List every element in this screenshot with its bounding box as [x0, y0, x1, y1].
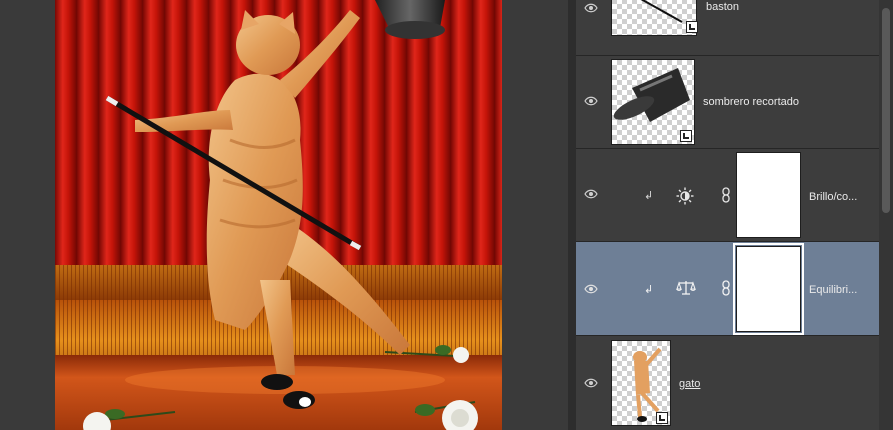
layers-panel: baston sombrero recortado ↲ Brillo/co...…	[576, 0, 893, 430]
balance-scale-icon[interactable]	[676, 280, 696, 301]
layer-name[interactable]: sombrero recortado	[703, 96, 799, 108]
layer-name[interactable]: Equilibri...	[809, 284, 857, 296]
layer-name[interactable]: baston	[706, 1, 739, 13]
smart-object-icon	[680, 130, 692, 142]
layer-row-brillo[interactable]: ↲ Brillo/co...	[576, 149, 879, 242]
layer-mask-thumbnail[interactable]	[733, 243, 804, 335]
smart-object-icon	[686, 21, 698, 33]
clipping-arrow-icon: ↲	[644, 284, 654, 296]
layer-row-baston[interactable]: baston	[576, 0, 879, 56]
layer-row-gato[interactable]: gato	[576, 336, 879, 430]
visibility-eye-icon[interactable]	[584, 96, 598, 106]
layer-row-equilibrio[interactable]: ↲ Equilibri...	[576, 242, 879, 336]
canvas-area[interactable]	[0, 0, 568, 430]
layer-name[interactable]: gato	[679, 378, 700, 390]
visibility-eye-icon[interactable]	[584, 189, 598, 199]
layer-row-sombrero[interactable]: sombrero recortado	[576, 56, 879, 149]
layer-name[interactable]: Brillo/co...	[809, 191, 857, 203]
visibility-eye-icon[interactable]	[584, 284, 598, 294]
layer-thumbnail	[611, 0, 697, 36]
visibility-eye-icon[interactable]	[584, 378, 598, 388]
visibility-eye-icon[interactable]	[584, 3, 598, 13]
layers-scrollbar[interactable]	[879, 0, 893, 430]
cane-thumbnail-icon	[640, 0, 683, 23]
chain-link-icon[interactable]	[722, 187, 730, 208]
chain-link-icon[interactable]	[722, 280, 730, 301]
layer-mask-thumbnail[interactable]	[736, 152, 801, 238]
document-canvas[interactable]	[55, 0, 502, 430]
stage-photo	[55, 0, 502, 430]
smart-object-icon	[656, 412, 668, 424]
sun-brightness-icon[interactable]	[676, 187, 694, 210]
panel-divider	[568, 0, 576, 430]
scrollbar-thumb[interactable]	[882, 8, 890, 213]
clipping-arrow-icon: ↲	[644, 190, 654, 202]
